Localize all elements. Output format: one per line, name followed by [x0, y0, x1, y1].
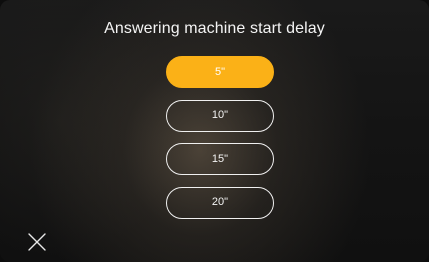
delay-option-5s[interactable]: 5": [166, 56, 274, 88]
delay-option-15s[interactable]: 15": [166, 143, 274, 175]
page-title: Answering machine start delay: [104, 20, 325, 37]
delay-option-10s[interactable]: 10": [166, 99, 274, 132]
close-icon: [28, 233, 46, 251]
close-button[interactable]: [27, 232, 47, 252]
settings-screen: Answering machine start delay 5" 10" 15"…: [0, 0, 429, 262]
delay-option-20s[interactable]: 20": [166, 186, 274, 219]
delay-option-list: 5" 10" 15" 20": [166, 56, 274, 230]
